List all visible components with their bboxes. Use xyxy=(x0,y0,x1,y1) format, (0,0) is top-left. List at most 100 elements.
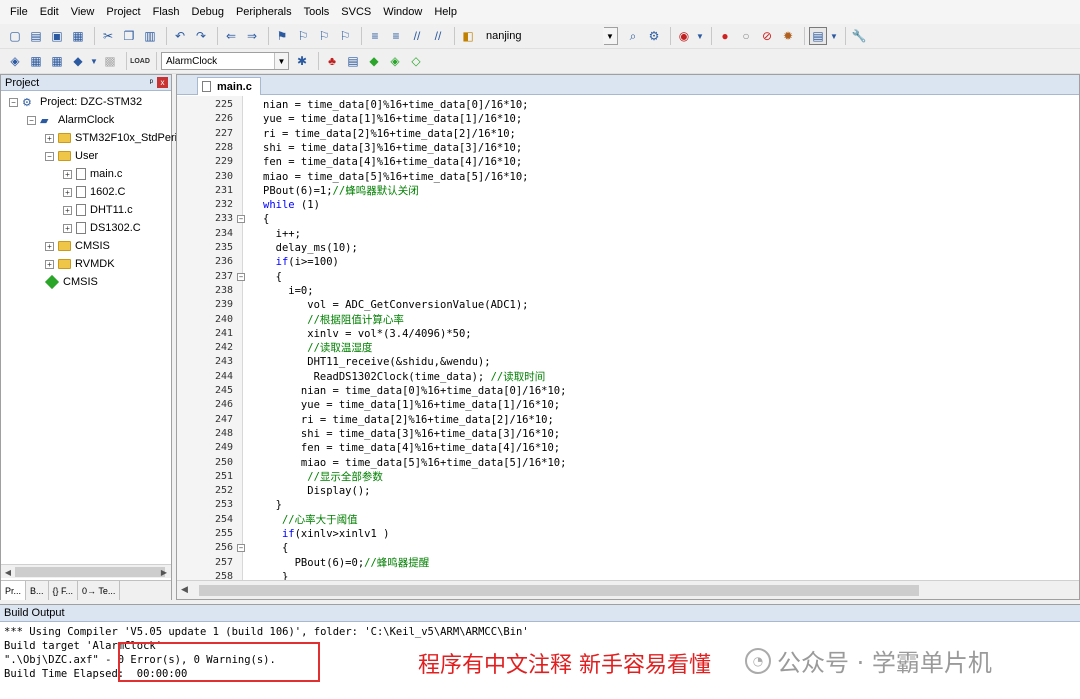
expand-icon[interactable]: + xyxy=(63,169,72,179)
tab-main-c[interactable]: main.c xyxy=(197,77,261,95)
fold-icon[interactable]: − xyxy=(237,272,245,281)
bookmark-next-icon[interactable]: ⚐ xyxy=(315,27,333,45)
new-file-icon[interactable]: ▢ xyxy=(6,27,24,45)
scrollbar-thumb[interactable] xyxy=(15,567,165,577)
scroll-left-icon[interactable]: ◀ xyxy=(1,565,15,579)
window-layout-dropdown-icon[interactable]: ▼ xyxy=(830,27,838,45)
undo-icon[interactable]: ↶ xyxy=(171,27,189,45)
tree-item[interactable]: + STM32F10x_StdPeriph xyxy=(45,129,189,147)
menu-view[interactable]: View xyxy=(65,0,101,24)
editor-scrollbar[interactable]: ◀ xyxy=(177,580,1079,599)
scroll-left-icon[interactable]: ◀ xyxy=(181,584,188,595)
menu-flash[interactable]: Flash xyxy=(147,0,186,24)
breakpoint-disable-icon[interactable]: ⊘ xyxy=(758,27,776,45)
project-panel-tab[interactable]: 0→ Te... xyxy=(78,581,121,600)
bookmark-icon[interactable]: ⚑ xyxy=(273,27,291,45)
debug-dropdown-icon[interactable]: ▼ xyxy=(696,27,704,45)
save-all-icon[interactable]: ▦ xyxy=(69,27,87,45)
window-layout-icon[interactable]: ▤ xyxy=(809,27,827,45)
fold-icon[interactable]: − xyxy=(237,544,245,553)
debug-session-icon[interactable]: ◉ xyxy=(675,27,693,45)
uncomment-icon[interactable]: // xyxy=(429,27,447,45)
expand-icon[interactable]: + xyxy=(63,205,72,215)
tree-item[interactable]: + CMSIS xyxy=(45,237,110,255)
scroll-right-icon[interactable]: ▶ xyxy=(157,565,171,579)
tree-item[interactable]: − ▰ AlarmClock xyxy=(27,111,114,129)
project-panel-scrollbar[interactable]: ◀ ▶ xyxy=(1,564,171,578)
toolbar-separator xyxy=(217,27,218,45)
tree-item[interactable]: − User xyxy=(45,147,98,165)
collapse-icon[interactable]: − xyxy=(9,97,18,107)
cut-icon[interactable]: ✂ xyxy=(99,27,117,45)
code-area[interactable]: 225 nian = time_data[0]%16+time_data[0]/1… xyxy=(177,96,1079,580)
pack-select-icon[interactable]: ◇ xyxy=(407,52,425,70)
fold-icon[interactable]: − xyxy=(237,215,245,224)
code-comment: //根据阻值计算心率 xyxy=(307,313,404,326)
unindent-icon[interactable]: ≡ xyxy=(387,27,405,45)
target-options-icon[interactable]: ✱ xyxy=(293,52,311,70)
build-icon[interactable]: ▦ xyxy=(27,52,45,70)
open-file-icon[interactable]: ▤ xyxy=(27,27,45,45)
find-combo-dropdown[interactable]: ▼ xyxy=(603,27,618,45)
manage-components-icon[interactable]: ♣ xyxy=(323,52,341,70)
close-icon[interactable]: x xyxy=(157,77,168,88)
code-comment: //蜂鸣器提醒 xyxy=(364,556,430,569)
breakpoint-enable-icon[interactable]: ○ xyxy=(737,27,755,45)
configure-icon[interactable]: 🔧 xyxy=(850,27,868,45)
download-load-icon[interactable]: LOAD xyxy=(130,52,150,70)
indent-icon[interactable]: ≡ xyxy=(366,27,384,45)
nav-forward-icon[interactable]: ⇒ xyxy=(243,27,261,45)
tree-item[interactable]: CMSIS xyxy=(44,273,98,291)
expand-icon[interactable]: + xyxy=(63,187,72,197)
find-in-files-icon[interactable]: ◧ xyxy=(459,27,477,45)
tree-item[interactable]: + main.c xyxy=(63,165,122,183)
copy-icon[interactable]: ❐ xyxy=(120,27,138,45)
expand-icon[interactable]: + xyxy=(45,133,54,143)
tree-item[interactable]: + DS1302.C xyxy=(63,219,141,237)
rebuild-icon[interactable]: ▦ xyxy=(48,52,66,70)
menu-edit[interactable]: Edit xyxy=(34,0,65,24)
save-icon[interactable]: ▣ xyxy=(48,27,66,45)
menu-svcs[interactable]: SVCS xyxy=(335,0,377,24)
expand-icon[interactable]: + xyxy=(45,241,54,251)
menu-peripherals[interactable]: Peripherals xyxy=(230,0,298,24)
stop-build-icon[interactable]: ▩ xyxy=(101,52,119,70)
pack-installer-icon[interactable]: ◈ xyxy=(386,52,404,70)
incremental-find-icon[interactable]: ⚙ xyxy=(645,27,663,45)
tree-item[interactable]: + RVMDK xyxy=(45,255,115,273)
menu-help[interactable]: Help xyxy=(428,0,463,24)
nav-back-icon[interactable]: ⇐ xyxy=(222,27,240,45)
find-combo-value[interactable]: nanjing xyxy=(486,30,598,42)
project-panel-tab[interactable]: Pr... xyxy=(1,581,27,600)
menu-file[interactable]: File xyxy=(4,0,34,24)
tree-item[interactable]: − ⚙ Project: DZC-STM32 xyxy=(9,93,142,111)
find-icon[interactable]: ⌕ xyxy=(624,27,642,45)
tree-item[interactable]: +1602.C xyxy=(63,183,125,201)
project-panel-tab[interactable]: {} F... xyxy=(49,581,79,600)
collapse-icon[interactable]: − xyxy=(45,151,54,161)
comment-icon[interactable]: // xyxy=(408,27,426,45)
target-select[interactable]: AlarmClock ▼ xyxy=(161,52,289,70)
batch-build-icon[interactable]: ◆ xyxy=(69,52,87,70)
collapse-icon[interactable]: − xyxy=(27,115,36,125)
tree-item[interactable]: + DHT11.c xyxy=(63,201,133,219)
bookmark-clear-icon[interactable]: ⚐ xyxy=(336,27,354,45)
expand-icon[interactable]: + xyxy=(63,223,72,233)
run-time-environment-icon[interactable]: ◆ xyxy=(365,52,383,70)
scrollbar-thumb[interactable] xyxy=(199,585,919,596)
breakpoint-insert-icon[interactable]: ● xyxy=(716,27,734,45)
paste-icon[interactable]: ▥ xyxy=(141,27,159,45)
menu-window[interactable]: Window xyxy=(377,0,428,24)
file-extensions-icon[interactable]: ▤ xyxy=(344,52,362,70)
redo-icon[interactable]: ↷ xyxy=(192,27,210,45)
batch-build-dropdown-icon[interactable]: ▼ xyxy=(90,52,98,70)
menu-project[interactable]: Project xyxy=(100,0,146,24)
pin-icon[interactable]: ᵖ xyxy=(150,77,153,87)
project-panel-tab[interactable]: B... xyxy=(26,581,49,600)
translate-icon[interactable]: ◈ xyxy=(6,52,24,70)
menu-tools[interactable]: Tools xyxy=(298,0,336,24)
menu-debug[interactable]: Debug xyxy=(186,0,230,24)
bookmark-prev-icon[interactable]: ⚐ xyxy=(294,27,312,45)
breakpoint-kill-icon[interactable]: ✹ xyxy=(779,27,797,45)
expand-icon[interactable]: + xyxy=(45,259,54,269)
